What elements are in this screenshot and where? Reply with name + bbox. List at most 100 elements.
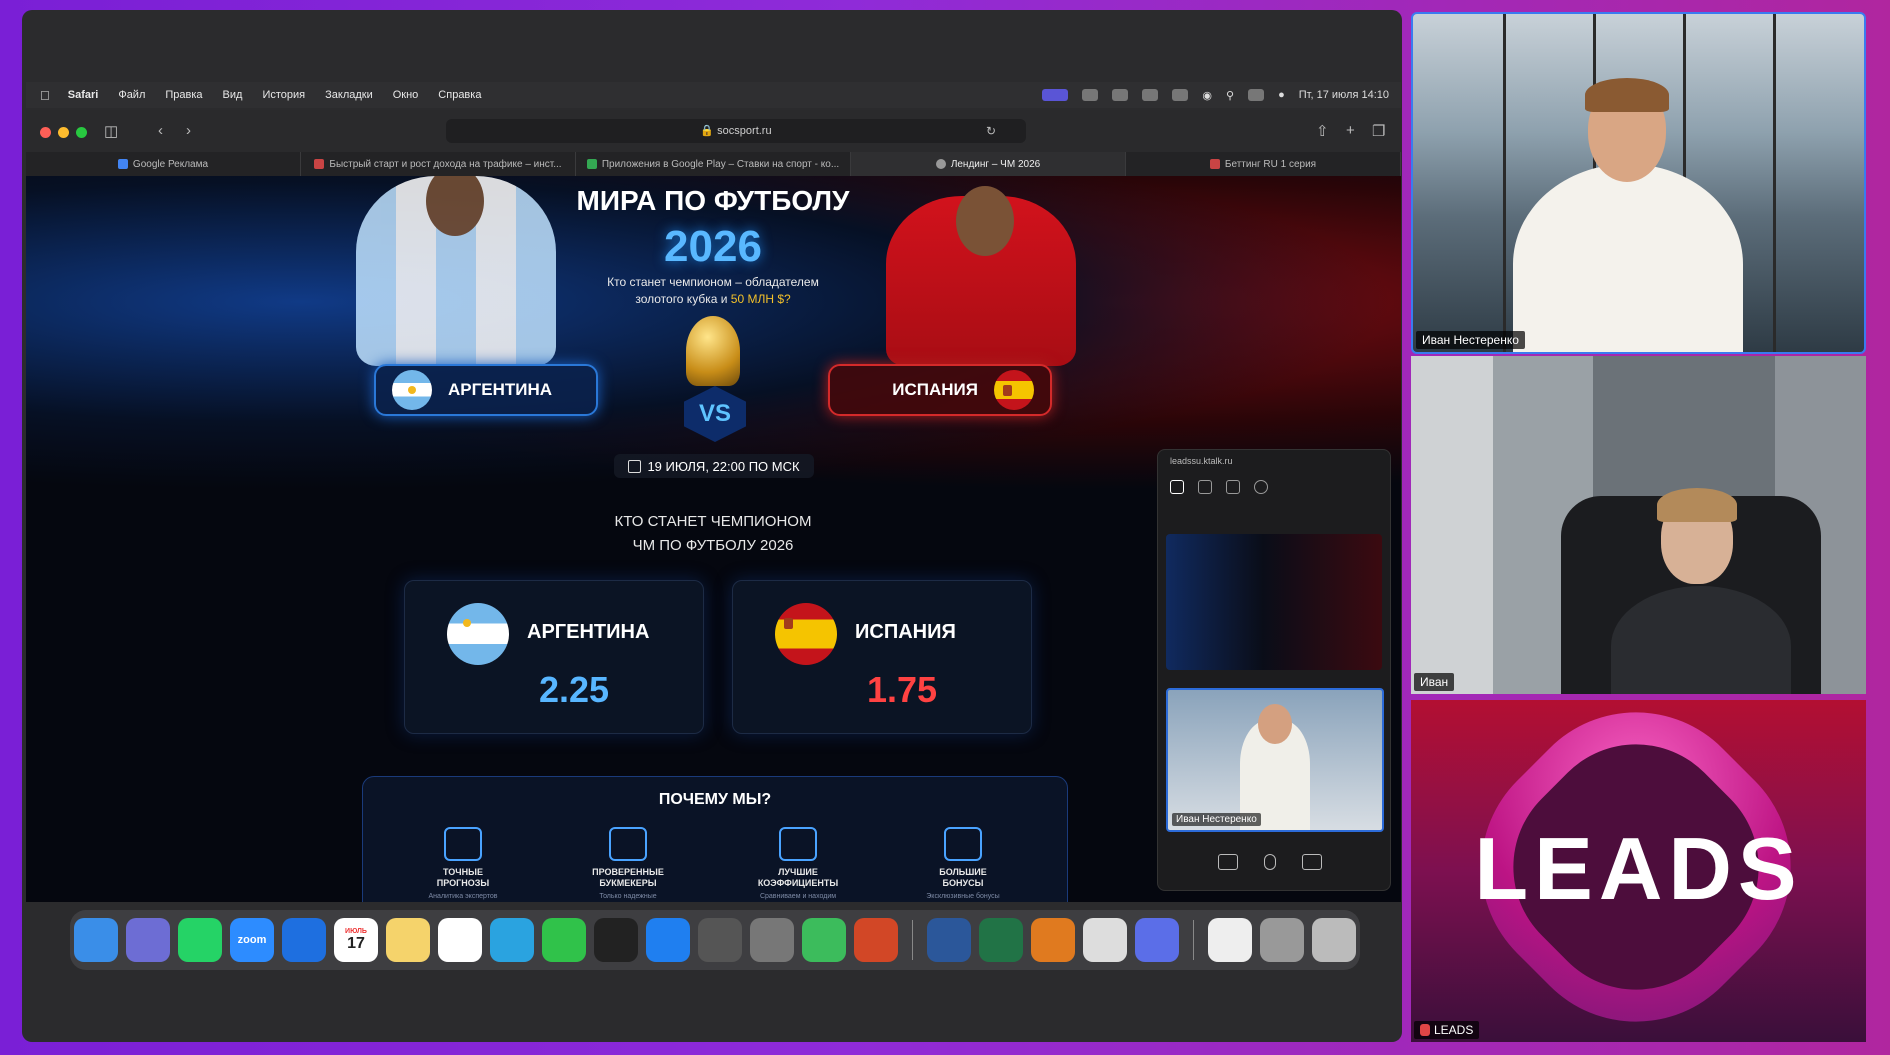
tab-landing[interactable]: Лендинг – ЧМ 2026	[851, 152, 1126, 176]
team-pill-argentina[interactable]: АРГЕНТИНА	[374, 364, 598, 416]
tab-betting[interactable]: Беттинг RU 1 серия	[1126, 152, 1401, 176]
telegram-icon[interactable]	[490, 918, 534, 962]
eye-icon[interactable]	[1254, 480, 1268, 494]
hero-section: МИРА ПО ФУТБОЛУ 2026 Кто станет чемпионо…	[26, 176, 1401, 491]
wifi-icon[interactable]: ◉	[1202, 89, 1212, 102]
safari-icon[interactable]	[282, 918, 326, 962]
minimize-window-button[interactable]	[58, 127, 69, 138]
messages-icon[interactable]	[802, 918, 846, 962]
zoom-window-button[interactable]	[76, 127, 87, 138]
menu-bookmarks[interactable]: Закладки	[325, 89, 373, 101]
share-icon[interactable]: ⇧	[1316, 122, 1329, 140]
team-pill-spain[interactable]: ИСПАНИЯ	[828, 364, 1052, 416]
microphone-button[interactable]	[1264, 854, 1276, 870]
screen-share-thumbnail[interactable]	[1166, 534, 1382, 670]
powerpoint-icon[interactable]	[854, 918, 898, 962]
menu-window[interactable]: Окно	[393, 89, 419, 101]
apple-icon[interactable]: 	[40, 88, 50, 103]
share-icon[interactable]	[1226, 480, 1240, 494]
close-window-button[interactable]	[40, 127, 51, 138]
self-video-thumbnail[interactable]: Иван Нестеренко	[1166, 688, 1384, 832]
new-tab-icon[interactable]: +	[1346, 122, 1355, 139]
leads-logo-text: LEADS	[1474, 819, 1803, 918]
favicon-icon	[935, 159, 946, 169]
screen-share-button[interactable]	[1218, 854, 1238, 870]
calendar-icon[interactable]: ИЮЛЬ 17	[334, 918, 378, 962]
participant-name: LEADS	[1414, 1021, 1480, 1039]
feature-best-odds: ЛУЧШИЕ КОЭФФИЦИЕНТЫ Сравниваем и находим	[738, 827, 858, 900]
screen-share-icon[interactable]	[1042, 89, 1069, 101]
launchpad-icon[interactable]	[126, 918, 170, 962]
status-icon[interactable]	[1082, 89, 1099, 101]
excel-icon[interactable]	[979, 918, 1023, 962]
tab-google-ads[interactable]: Google Реклама	[26, 152, 301, 176]
address-bar[interactable]: 🔒 socsport.ru	[446, 119, 1026, 143]
keyboard-layout-icon[interactable]	[1142, 89, 1159, 101]
reload-icon[interactable]: ↻	[986, 124, 996, 138]
textedit-icon[interactable]	[1083, 918, 1127, 962]
downloads-icon[interactable]	[1260, 918, 1304, 962]
headphones-icon[interactable]	[1112, 89, 1129, 101]
menu-app-safari[interactable]: Safari	[68, 89, 99, 101]
sidebar-icon[interactable]: ◫	[104, 122, 118, 140]
lock-icon: 🔒	[700, 125, 715, 137]
system-settings-icon[interactable]	[750, 918, 794, 962]
chat-icon[interactable]	[1198, 480, 1212, 494]
tab-overview-icon[interactable]: ❐	[1372, 122, 1385, 140]
menubar-clock[interactable]: Пт, 17 июля 14:10	[1299, 89, 1389, 101]
feature-accurate-forecasts: ТОЧНЫЕ ПРОГНОЗЫ Аналитика экспертов	[403, 827, 523, 900]
facetime-icon[interactable]	[542, 918, 586, 962]
spain-player-image	[886, 186, 1076, 366]
whatsapp-icon[interactable]	[178, 918, 222, 962]
word-icon[interactable]	[927, 918, 971, 962]
control-center-icon[interactable]	[1248, 89, 1265, 101]
odds-card-argentina[interactable]: АРГЕНТИНА 2.25	[404, 580, 704, 734]
app-store-icon[interactable]	[646, 918, 690, 962]
participant-tile-ivan[interactable]: Иван	[1411, 356, 1866, 694]
battery-icon[interactable]	[1172, 89, 1189, 101]
notes-icon[interactable]	[386, 918, 430, 962]
siri-icon[interactable]: ●	[1278, 89, 1285, 101]
menu-history[interactable]: История	[262, 89, 305, 101]
forward-icon[interactable]: ›	[186, 122, 191, 139]
document-icon[interactable]	[1208, 918, 1252, 962]
menu-view[interactable]: Вид	[223, 89, 243, 101]
activity-monitor-icon[interactable]	[594, 918, 638, 962]
macos-dock: zoom ИЮЛЬ 17	[70, 910, 1360, 970]
meeting-url: leadssu.ktalk.ru	[1170, 456, 1233, 466]
finder-icon[interactable]	[74, 918, 118, 962]
spain-flag-icon	[775, 603, 837, 665]
back-icon[interactable]: ‹	[158, 122, 163, 139]
grid-icon[interactable]	[1170, 480, 1184, 494]
url-text: socsport.ru	[717, 125, 772, 137]
why-us-title: ПОЧЕМУ МЫ?	[658, 791, 772, 808]
chrome-icon[interactable]	[438, 918, 482, 962]
self-name-tag: Иван Нестеренко	[1172, 813, 1261, 826]
menu-help[interactable]: Справка	[438, 89, 481, 101]
zoom-icon[interactable]: zoom	[230, 918, 274, 962]
odds-value: 1.75	[867, 669, 938, 710]
participant-tile-ivan-nesterenko[interactable]: Иван Нестеренко	[1411, 12, 1866, 354]
odds-card-spain[interactable]: ИСПАНИЯ 1.75	[732, 580, 1032, 734]
mic-muted-icon	[1420, 1024, 1430, 1036]
menu-edit[interactable]: Правка	[165, 89, 202, 101]
why-us-section: ПОЧЕМУ МЫ? ТОЧНЫЕ ПРОГНОЗЫ Аналитика эксп…	[362, 776, 1068, 902]
search-icon[interactable]: ⚲	[1226, 89, 1234, 102]
tab-google-play[interactable]: Приложения в Google Play – Ставки на спо…	[576, 152, 851, 176]
participant-tile-leads[interactable]: LEADS LEADS	[1411, 700, 1866, 1042]
google-ads-icon	[117, 159, 128, 169]
podcast-icon[interactable]	[1031, 918, 1075, 962]
meeting-mini-panel[interactable]: leadssu.ktalk.ru Иван Нестеренко	[1157, 449, 1391, 891]
gift-icon	[944, 827, 982, 861]
calculator-icon[interactable]	[698, 918, 742, 962]
camera-button[interactable]	[1302, 854, 1322, 870]
trash-icon[interactable]	[1312, 918, 1356, 962]
menu-file[interactable]: Файл	[118, 89, 145, 101]
participant-name: Иван	[1414, 673, 1455, 691]
tab-bar: Google Реклама Быстрый старт и рост дохо…	[26, 152, 1401, 176]
tab-quick-start[interactable]: Быстрый старт и рост дохода на трафике –…	[301, 152, 576, 176]
hero-year: 2026	[664, 222, 762, 271]
app-icon[interactable]	[1135, 918, 1179, 962]
spain-flag-icon	[994, 370, 1034, 410]
trophy-icon	[686, 316, 740, 386]
